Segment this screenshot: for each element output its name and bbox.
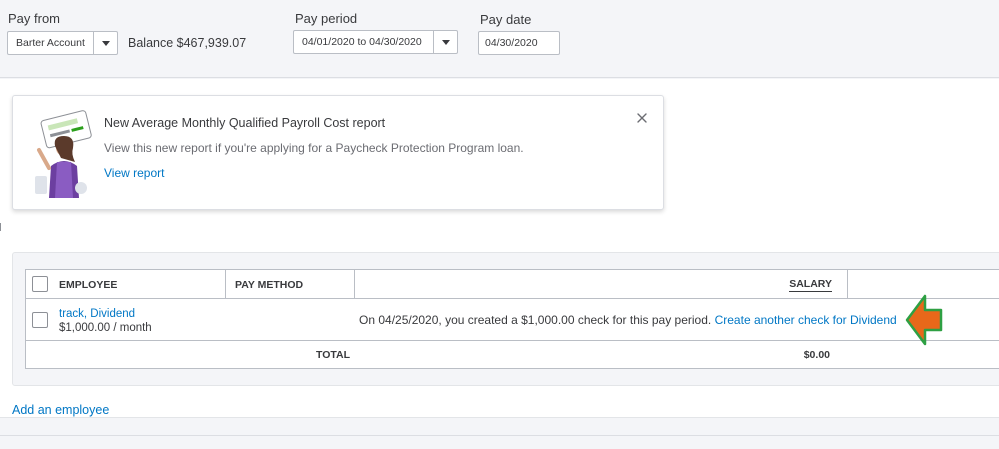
add-employee-link[interactable]: Add an employee — [12, 403, 109, 417]
table-row: track, Dividend $1,000.00 / month On 04/… — [26, 300, 999, 341]
create-another-check-link[interactable]: Create another check for Dividend — [715, 313, 897, 327]
pay-method-header-label: PAY METHOD — [235, 278, 304, 291]
pay-from-value: Barter Account — [16, 37, 85, 49]
notice-body: View this new report if you're applying … — [104, 141, 524, 155]
chevron-down-icon[interactable] — [93, 32, 117, 54]
footer-strip — [0, 417, 999, 449]
arrow-left-icon — [905, 294, 943, 346]
employee-header-label: EMPLOYEE — [59, 278, 118, 291]
table-header-row: EMPLOYEE PAY METHOD SALARY — [26, 270, 999, 299]
salary-column-header[interactable]: SALARY — [355, 270, 848, 299]
close-icon[interactable] — [635, 111, 649, 125]
chevron-down-icon[interactable] — [433, 31, 457, 53]
pay-settings-bar: Pay from Barter Account Balance $467,939… — [0, 0, 999, 78]
pay-period-label: Pay period — [295, 11, 358, 26]
pay-period-select[interactable]: 04/01/2020 to 04/30/2020 — [293, 30, 458, 54]
footer-divider — [0, 435, 999, 436]
employee-column-header: EMPLOYEE — [26, 270, 226, 299]
employee-name-link[interactable]: track, Dividend — [59, 308, 135, 320]
pay-date-label: Pay date — [480, 12, 532, 27]
payroll-illustration-icon — [35, 110, 92, 198]
select-all-checkbox[interactable] — [32, 276, 48, 292]
report-notice-card: New Average Monthly Qualified Payroll Co… — [12, 95, 664, 210]
notice-title: New Average Monthly Qualified Payroll Co… — [104, 116, 386, 130]
pay-period-value: 04/01/2020 to 04/30/2020 — [302, 36, 422, 48]
employee-row-checkbox[interactable] — [32, 312, 48, 328]
pay-from-select[interactable]: Barter Account — [7, 31, 118, 55]
divider-tick — [0, 223, 1, 231]
total-label: TOTAL — [316, 349, 351, 361]
check-created-message: On 04/25/2020, you created a $1,000.00 c… — [359, 313, 897, 327]
check-message-text: On 04/25/2020, you created a $1,000.00 c… — [359, 313, 712, 327]
employee-table: EMPLOYEE PAY METHOD SALARY track, Divide… — [25, 269, 999, 369]
view-report-link[interactable]: View report — [104, 166, 164, 180]
pay-date-input[interactable]: 04/30/2020 — [478, 31, 560, 55]
pay-method-column-header: PAY METHOD — [226, 270, 355, 299]
salary-header-label[interactable]: SALARY — [789, 278, 832, 292]
total-value: $0.00 — [803, 349, 830, 361]
employee-rate: $1,000.00 / month — [59, 322, 152, 334]
account-balance: Balance $467,939.07 — [128, 36, 247, 50]
pay-from-label: Pay from — [8, 11, 61, 26]
total-row: TOTAL $0.00 — [26, 341, 999, 369]
